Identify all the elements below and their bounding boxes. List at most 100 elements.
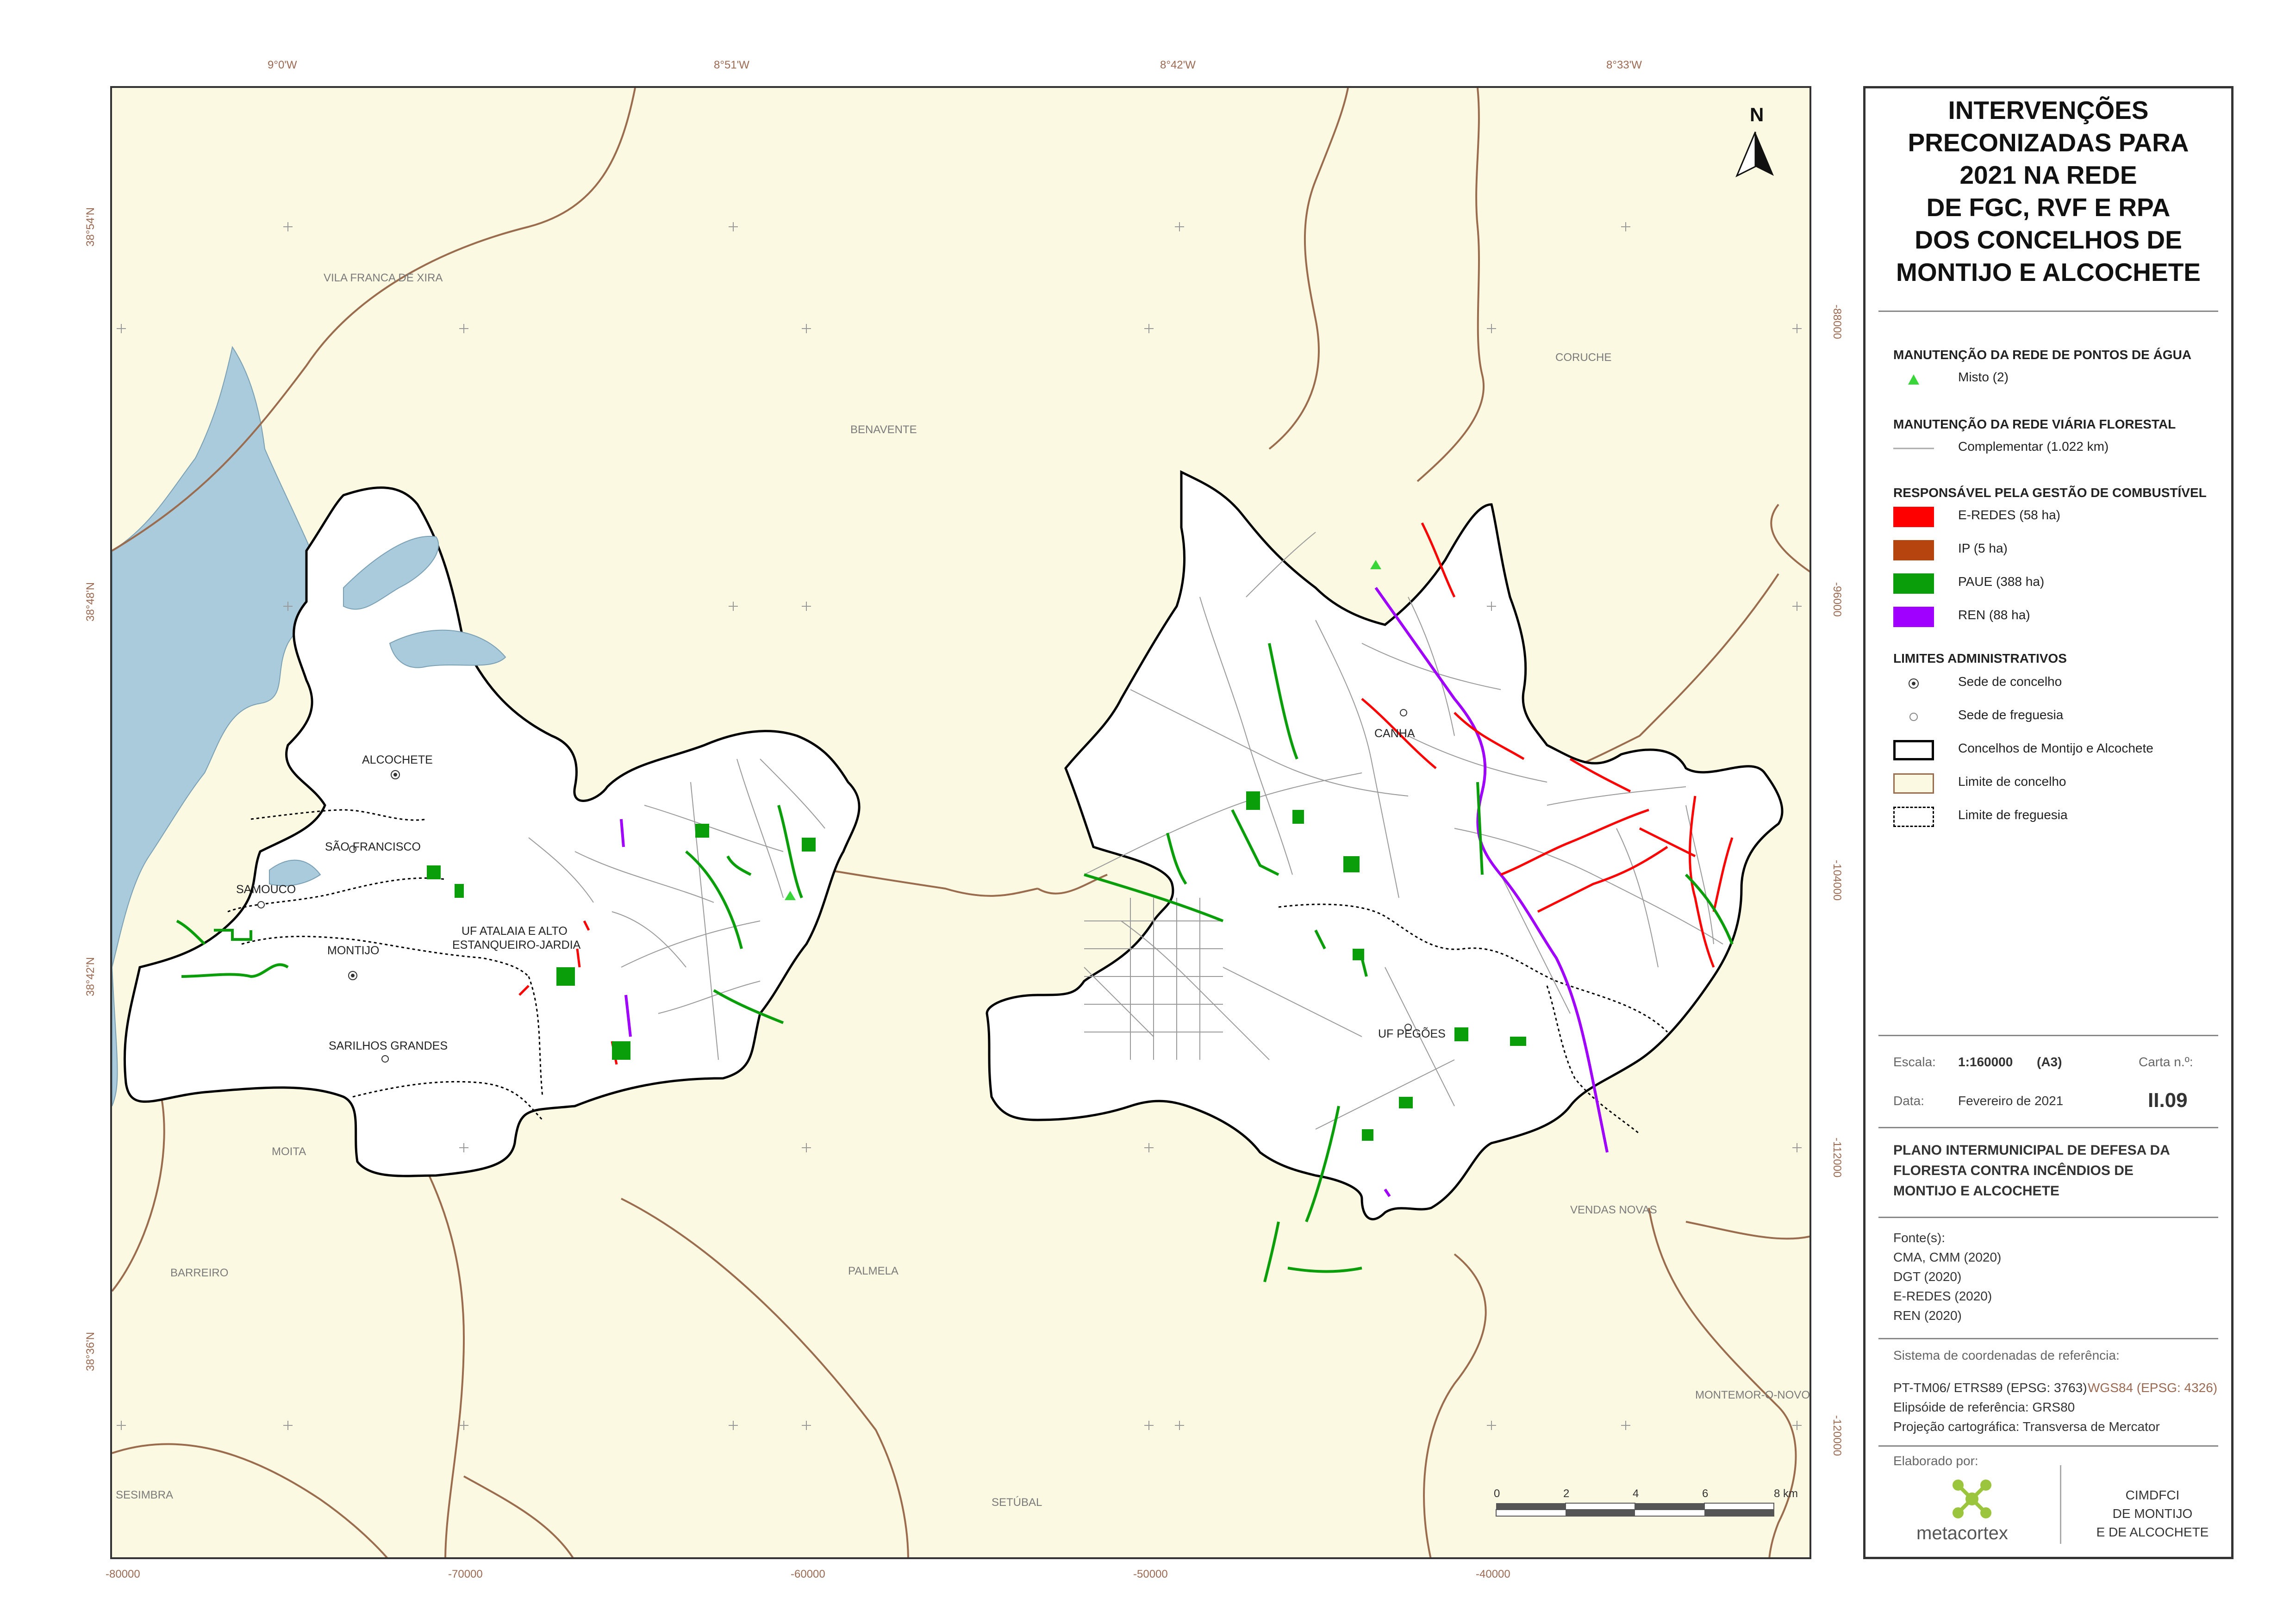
label-setubal: SETÚBAL	[992, 1496, 1042, 1509]
fonte-3: E-REDES (2020)	[1893, 1289, 1992, 1303]
metacortex-logo-icon	[1953, 1480, 1991, 1518]
paue-swatch	[1893, 573, 1934, 594]
legend-sede-concelho-label: Sede de concelho	[1958, 674, 2062, 689]
section-gestao: RESPONSÁVEL PELA GESTÃO DE COMBUSTÍVEL	[1893, 485, 2207, 500]
map-frame[interactable]: VILA FRANCA DE XIRA BENAVENTE CORUCHE AL…	[110, 86, 1811, 1559]
section-agua: MANUTENÇÃO DA REDE DE PONTOS DE ÁGUA	[1893, 348, 2192, 362]
cimdfci-2: DE MONTIJO	[2112, 1506, 2193, 1521]
legend-paue: PAUE (388 ha)	[1893, 571, 2217, 594]
coord-bottom-3: -60000	[791, 1568, 825, 1580]
north-label: N	[1750, 104, 1764, 125]
legend-panel: INTERVENÇÕES PRECONIZADAS PARA 2021 NA R…	[1863, 86, 2234, 1559]
fonte-1: CMA, CMM (2020)	[1893, 1250, 2002, 1264]
carta-value: II.09	[2148, 1089, 2188, 1112]
legend-ip-label: IP (5 ha)	[1958, 541, 2008, 555]
montijo-east	[986, 470, 1784, 1220]
coord-left-1: 38°54'N	[84, 207, 97, 247]
legend-eredes-label: E-REDES (58 ha)	[1958, 508, 2060, 522]
legend-limite-concelho-label: Limite de concelho	[1958, 774, 2066, 789]
legend-eredes: E-REDES (58 ha)	[1893, 504, 2217, 527]
label-sarilhos: SARILHOS GRANDES	[329, 1039, 448, 1052]
label-pegoes: UF PEGÕES	[1378, 1027, 1446, 1040]
section-limites: LIMITES ADMINISTRATIVOS	[1893, 651, 2067, 665]
sistema-1b: WGS84 (EPSG: 4326)	[2088, 1380, 2218, 1395]
label-sesimbra: SESIMBRA	[116, 1489, 173, 1501]
label-alcochete: ALCOCHETE	[362, 753, 433, 766]
legend-paue-label: PAUE (388 ha)	[1958, 574, 2045, 589]
label-barreiro: BARREIRO	[170, 1267, 228, 1279]
divider	[1878, 1445, 2218, 1447]
coord-bottom-2: -70000	[448, 1568, 483, 1580]
title-line-4: DE FGC, RVF E RPA	[1926, 193, 2171, 222]
divider	[1878, 1338, 2218, 1339]
escala-label: Escala:	[1893, 1055, 1936, 1069]
title-line-3: 2021 NA REDE	[1959, 161, 2137, 189]
logo-divider	[2060, 1465, 2061, 1544]
legend-limite-freguesia: Limite de freguesia	[1893, 804, 2217, 827]
sistema-1a: PT-TM06/ ETRS89 (EPSG: 3763)	[1893, 1380, 2087, 1395]
cimdfci-1: CIMDFCI	[2125, 1488, 2180, 1502]
label-vendas-novas: VENDAS NOVAS	[1570, 1204, 1657, 1216]
label-canha: CANHA	[1374, 727, 1415, 740]
legend-ren: REN (88 ha)	[1893, 604, 2217, 627]
title-line-6: MONTIJO E ALCOCHETE	[1896, 258, 2201, 286]
triangle-icon	[1908, 374, 1919, 385]
scale-tick-8: 8 km	[1774, 1487, 1798, 1500]
title-line-1: INTERVENÇÕES	[1948, 96, 2149, 124]
carta-label: Carta n.º:	[2139, 1055, 2193, 1069]
limite-freguesia-swatch	[1893, 807, 1934, 827]
legend-limite-freguesia-label: Limite de freguesia	[1958, 808, 2068, 822]
legend-sede-concelho: Sede de concelho	[1893, 671, 2217, 694]
plano-1: PLANO INTERMUNICIPAL DE DEFESA DA	[1893, 1143, 2170, 1158]
coord-right-3: -104000	[1831, 860, 1843, 901]
coord-right-2: -96000	[1831, 582, 1843, 617]
fontes-label: Fonte(s):	[1893, 1231, 1946, 1245]
legend-misto-label: Misto (2)	[1958, 370, 2009, 384]
label-vila-franca: VILA FRANCA DE XIRA	[324, 272, 443, 284]
section-viaria: MANUTENÇÃO DA REDE VIÁRIA FLORESTAL	[1893, 417, 2176, 431]
legend-sede-freguesia: Sede de freguesia	[1893, 704, 2217, 727]
coord-left-3: 38°42'N	[84, 957, 97, 996]
label-palmela: PALMELA	[848, 1265, 898, 1277]
legend-misto: Misto (2)	[1893, 366, 2217, 389]
legend-concelhos-label: Concelhos de Montijo e Alcochete	[1958, 741, 2153, 755]
scale-tick-0: 0	[1494, 1487, 1500, 1500]
coord-right-1: -88000	[1831, 305, 1843, 339]
scale-bar: 0 2 4 6 8 km	[1494, 1487, 1798, 1517]
plano-3: MONTIJO E ALCOCHETE	[1893, 1183, 2059, 1199]
fonte-2: DGT (2020)	[1893, 1269, 1962, 1284]
elipsoide: Elipsóide de referência: GRS80	[1893, 1400, 2075, 1414]
line-icon	[1893, 448, 1934, 449]
title-line-2: PRECONIZADAS PARA	[1908, 128, 2189, 157]
scale-tick-6: 6	[1702, 1487, 1708, 1500]
legend-concelhos: Concelhos de Montijo e Alcochete	[1893, 737, 2217, 760]
legend-ren-label: REN (88 ha)	[1958, 608, 2030, 622]
label-montemor: MONTEMOR-O-NOVO	[1695, 1389, 1810, 1401]
legend-complementar-label: Complementar (1.022 km)	[1958, 439, 2109, 454]
divider	[1878, 1127, 2218, 1128]
concelhos-swatch	[1893, 740, 1934, 760]
map-title: INTERVENÇÕES PRECONIZADAS PARA 2021 NA R…	[1866, 94, 2231, 288]
coord-right-4: -112000	[1831, 1138, 1843, 1178]
title-line-5: DOS CONCELHOS DE	[1915, 225, 2182, 254]
map-canvas[interactable]: VILA FRANCA DE XIRA BENAVENTE CORUCHE AL…	[112, 88, 1811, 1559]
cimdfci-3: E DE ALCOCHETE	[2096, 1525, 2209, 1539]
coord-top-2: 8°51'W	[714, 59, 749, 71]
fonte-4: REN (2020)	[1893, 1308, 1962, 1323]
north-arrow: N	[1735, 104, 1774, 178]
sede-freguesia-icon	[1909, 713, 1918, 721]
data-label: Data:	[1893, 1094, 1924, 1108]
escala-value: 1:160000	[1958, 1055, 2013, 1069]
ip-swatch	[1893, 540, 1934, 560]
label-benavente: BENAVENTE	[850, 423, 917, 436]
coord-left-4: 38°36'N	[84, 1332, 97, 1371]
label-atalaia-2: ESTANQUEIRO-JARDIA	[452, 939, 581, 951]
eredes-swatch	[1893, 507, 1934, 527]
escala-format: (A3)	[2037, 1055, 2062, 1069]
metacortex-wordmark: metacortex	[1916, 1523, 2008, 1543]
label-sao-francisco: SÃO FRANCISCO	[325, 840, 421, 853]
label-coruche: CORUCHE	[1555, 351, 1611, 364]
projecao: Projeção cartográfica: Transversa de Mer…	[1893, 1419, 2160, 1434]
coord-top-4: 8°33'W	[1606, 59, 1642, 71]
sede-concelho-icon	[1909, 678, 1919, 689]
